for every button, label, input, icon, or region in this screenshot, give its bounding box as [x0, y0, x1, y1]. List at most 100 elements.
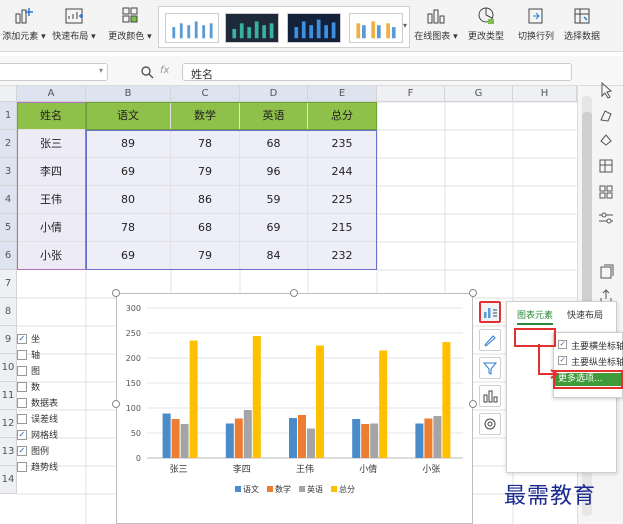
row-header-1[interactable]: 1: [0, 102, 17, 130]
chart-style-button[interactable]: [479, 329, 501, 351]
gallery-more-icon[interactable]: ▾: [403, 21, 407, 30]
select-data-button[interactable]: 选择数据: [560, 6, 604, 48]
checkbox-data-table[interactable]: [17, 398, 27, 408]
resize-handle[interactable]: [290, 289, 298, 297]
resize-handle[interactable]: [469, 289, 477, 297]
row-header-5[interactable]: 5: [0, 214, 17, 242]
table-cell[interactable]: 68: [240, 130, 308, 158]
chart-style-4[interactable]: [349, 13, 403, 43]
chart-object[interactable]: 0 50 100 150 200 250 300 张三 李四 王伟 小倩 小张 语文 数学 英语 总分: [116, 293, 473, 524]
header-cell-english[interactable]: 英语: [240, 102, 308, 130]
col-header-a[interactable]: A: [17, 86, 86, 102]
fill-icon[interactable]: [596, 130, 616, 150]
chart-filter-button[interactable]: [479, 357, 501, 379]
header-cell-name[interactable]: 姓名: [17, 102, 86, 130]
table-cell[interactable]: 59: [240, 186, 308, 214]
checkbox-error-bars[interactable]: [17, 414, 27, 424]
col-header-g[interactable]: G: [445, 86, 513, 102]
grid-view-icon[interactable]: [596, 182, 616, 202]
zoom-icon[interactable]: [140, 65, 154, 79]
chart-elements-button[interactable]: [479, 301, 501, 323]
row-header-2[interactable]: 2: [0, 130, 17, 158]
fx-icon[interactable]: fx: [160, 65, 169, 76]
table-cell[interactable]: 79: [171, 158, 240, 186]
table-cell[interactable]: 96: [240, 158, 308, 186]
table-cell[interactable]: 215: [308, 214, 377, 242]
table-cell[interactable]: 李四: [17, 158, 86, 186]
checkbox-chart-title[interactable]: [17, 366, 27, 376]
table-cell[interactable]: 小张: [17, 242, 86, 270]
cursor-icon[interactable]: [596, 80, 616, 100]
online-chart-button[interactable]: 在线图表 ▾: [414, 6, 458, 48]
col-header-h[interactable]: H: [513, 86, 577, 102]
row-header-11[interactable]: 11: [0, 382, 17, 410]
chart-settings-button[interactable]: [479, 413, 501, 435]
row-header-6[interactable]: 6: [0, 242, 17, 270]
checkbox-axes[interactable]: ✓: [17, 334, 27, 344]
table-cell[interactable]: 80: [86, 186, 171, 214]
change-color-button[interactable]: 更改颜色 ▾: [106, 6, 154, 48]
table-cell[interactable]: 225: [308, 186, 377, 214]
table-cell[interactable]: 86: [171, 186, 240, 214]
col-header-d[interactable]: D: [240, 86, 308, 102]
add-element-button[interactable]: 添加元素 ▾: [2, 6, 46, 48]
switch-row-col-button[interactable]: 切换行列: [514, 6, 558, 48]
table-cell[interactable]: 235: [308, 130, 377, 158]
table-cell[interactable]: 78: [86, 214, 171, 242]
table-cell[interactable]: 78: [171, 130, 240, 158]
name-box-dropdown-icon[interactable]: ▾: [99, 66, 103, 75]
copy-icon[interactable]: [596, 262, 616, 282]
table-cell[interactable]: 68: [171, 214, 240, 242]
resize-handle[interactable]: [469, 400, 477, 408]
name-box[interactable]: ▾: [0, 63, 108, 81]
table-cell[interactable]: 69: [86, 158, 171, 186]
row-header-12[interactable]: 12: [0, 410, 17, 438]
checkbox-gridlines[interactable]: ✓: [17, 430, 27, 440]
row-header-10[interactable]: 10: [0, 354, 17, 382]
row-header-3[interactable]: 3: [0, 158, 17, 186]
row-header-7[interactable]: 7: [0, 270, 17, 298]
table-icon[interactable]: [596, 156, 616, 176]
table-cell[interactable]: 小倩: [17, 214, 86, 242]
table-cell[interactable]: 张三: [17, 130, 86, 158]
table-cell[interactable]: 244: [308, 158, 377, 186]
row-header-9[interactable]: 9: [0, 326, 17, 354]
shape-icon[interactable]: [596, 106, 616, 126]
table-cell[interactable]: 89: [86, 130, 171, 158]
col-header-b[interactable]: B: [86, 86, 171, 102]
row-header-14[interactable]: 14: [0, 466, 17, 494]
tab-chart-elements[interactable]: 图表元素: [517, 308, 554, 325]
table-cell[interactable]: 84: [240, 242, 308, 270]
col-header-c[interactable]: C: [171, 86, 240, 102]
table-cell[interactable]: 69: [240, 214, 308, 242]
table-cell[interactable]: 79: [171, 242, 240, 270]
resize-handle[interactable]: [112, 400, 120, 408]
change-type-button[interactable]: 更改类型: [466, 6, 506, 48]
tab-quick-layout[interactable]: 快速布局: [567, 308, 603, 321]
chart-style-1[interactable]: [165, 13, 219, 43]
header-cell-total[interactable]: 总分: [308, 102, 377, 130]
header-cell-chinese[interactable]: 语文: [86, 102, 171, 130]
chart-online-button[interactable]: [479, 385, 501, 407]
table-cell[interactable]: 232: [308, 242, 377, 270]
chart-style-3[interactable]: [287, 13, 341, 43]
select-all-corner[interactable]: [0, 86, 17, 102]
row-header-4[interactable]: 4: [0, 186, 17, 214]
checkbox-trendline[interactable]: [17, 462, 27, 472]
checkbox-axis-title[interactable]: [17, 350, 27, 360]
checkbox-data-labels[interactable]: [17, 382, 27, 392]
col-header-e[interactable]: E: [308, 86, 377, 102]
resize-handle[interactable]: [112, 289, 120, 297]
header-cell-math[interactable]: 数学: [171, 102, 240, 130]
row-header-8[interactable]: 8: [0, 298, 17, 326]
table-cell[interactable]: 王伟: [17, 186, 86, 214]
col-header-f[interactable]: F: [377, 86, 445, 102]
submenu-vertical-axis[interactable]: 主要纵坐标轴: [571, 355, 623, 368]
submenu-horizontal-axis[interactable]: 主要横坐标轴: [571, 339, 623, 352]
row-header-13[interactable]: 13: [0, 438, 17, 466]
settings-sliders-icon[interactable]: [596, 208, 616, 228]
table-cell[interactable]: 69: [86, 242, 171, 270]
chart-style-2[interactable]: [225, 13, 279, 43]
quick-layout-button[interactable]: 快速布局 ▾: [50, 6, 98, 48]
checkbox-legend[interactable]: ✓: [17, 446, 27, 456]
